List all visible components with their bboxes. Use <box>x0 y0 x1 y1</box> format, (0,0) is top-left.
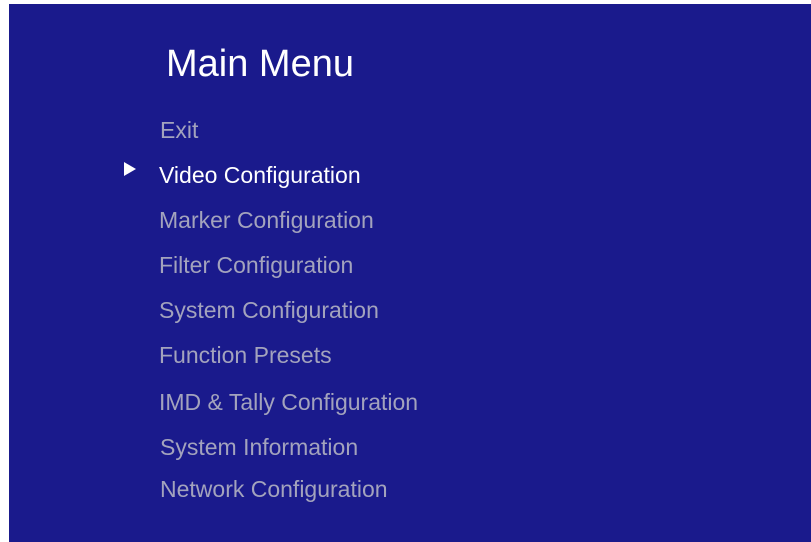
screen-frame: Main Menu Exit Video Configuration Marke… <box>0 0 811 542</box>
menu-item-imd-tally-configuration[interactable]: IMD & Tally Configuration <box>159 386 418 418</box>
menu-item-system-configuration[interactable]: System Configuration <box>159 294 379 326</box>
menu-item-filter-configuration[interactable]: Filter Configuration <box>159 249 353 281</box>
selection-cursor-icon <box>124 162 136 176</box>
menu-item-video-configuration[interactable]: Video Configuration <box>159 159 361 191</box>
osd-menu-panel: Main Menu Exit Video Configuration Marke… <box>9 4 811 542</box>
menu-item-marker-configuration[interactable]: Marker Configuration <box>159 204 374 236</box>
menu-title: Main Menu <box>166 43 354 85</box>
menu-item-system-information[interactable]: System Information <box>160 431 358 463</box>
menu-item-exit[interactable]: Exit <box>160 114 198 146</box>
menu-item-network-configuration[interactable]: Network Configuration <box>160 473 388 505</box>
menu-item-function-presets[interactable]: Function Presets <box>159 339 332 371</box>
